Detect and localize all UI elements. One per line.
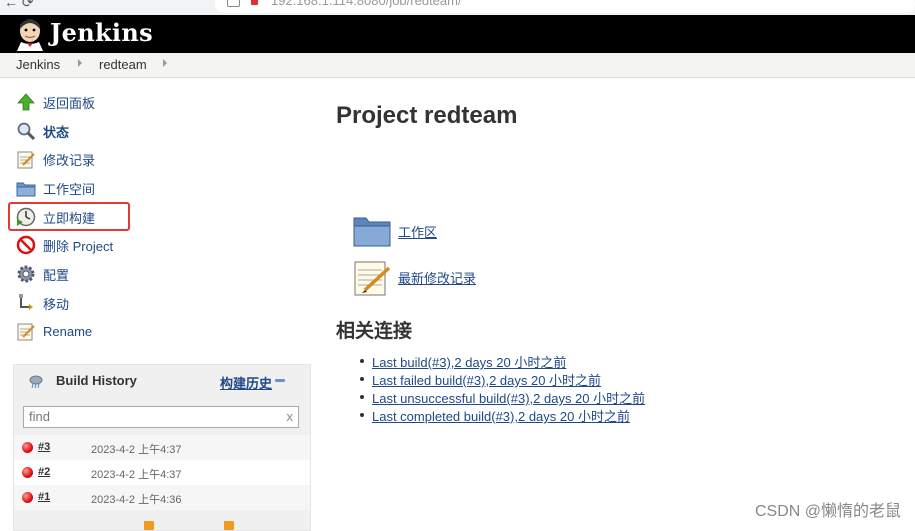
build-history-footer [14, 518, 310, 530]
browser-nav-buttons[interactable]: ← ⟳ [4, 0, 34, 11]
task-back-to-dashboard[interactable]: 返回面板 [16, 91, 95, 113]
jenkins-butler-logo[interactable] [15, 19, 45, 51]
permalink-last-completed[interactable]: Last completed build(#3),2 days 20 小时之前 [372, 409, 630, 424]
task-status[interactable]: 状态 [16, 120, 69, 142]
recent-changes-link[interactable]: 最新修改记录 [353, 258, 476, 296]
weather-cloud-icon [29, 375, 43, 389]
permalink-last-build[interactable]: Last build(#3),2 days 20 小时之前 [372, 355, 566, 370]
workspace-link-label[interactable]: 工作区 [398, 222, 437, 241]
up-arrow-icon [17, 93, 35, 111]
build-history-search-input[interactable]: find x [23, 406, 299, 428]
task-changes[interactable]: 修改记录 [16, 148, 95, 170]
notepad-icon [17, 151, 35, 169]
insecure-icon [251, 0, 258, 5]
build-row: #3 2023-4-2 上午4:37 [14, 435, 310, 460]
build-history-widget: Build History 构建历史 find x #3 2023-4-2 上午… [13, 364, 311, 531]
task-label: 工作空间 [43, 181, 96, 197]
breadcrumb-arrow-icon[interactable] [163, 59, 167, 67]
collapse-icon[interactable] [275, 379, 285, 382]
breadcrumb-jenkins[interactable]: Jenkins [16, 57, 60, 72]
task-label: 修改记录 [43, 152, 96, 168]
workspace-link[interactable]: 工作区 [353, 212, 437, 250]
task-move[interactable]: 移动 [16, 292, 69, 314]
build-number-link[interactable]: #3 [38, 441, 50, 453]
build-date: 2023-4-2 上午4:36 [91, 494, 182, 506]
page-header: Jenkins [0, 15, 915, 53]
folder-icon [16, 182, 36, 197]
build-date: 2023-4-2 上午4:37 [91, 444, 182, 456]
task-configure[interactable]: 配置 [16, 263, 69, 285]
task-label: 配置 [43, 267, 70, 283]
build-history-header: Build History 构建历史 [14, 365, 310, 395]
list-item: Last build(#3),2 days 20 小时之前 [360, 352, 645, 370]
notepad-icon [17, 323, 35, 341]
task-rename[interactable]: Rename [16, 320, 92, 342]
task-delete-project[interactable]: 删除 Project [16, 234, 113, 256]
page-title: Project redteam [336, 102, 518, 129]
build-number-link[interactable]: #2 [38, 466, 50, 478]
search-placeholder: find [29, 409, 50, 424]
build-trend-link[interactable]: 构建历史 [220, 373, 272, 392]
red-ball-failed-icon [22, 442, 33, 453]
app-title[interactable]: Jenkins [50, 18, 153, 47]
red-ball-failed-icon [22, 492, 33, 503]
breadcrumb-redteam[interactable]: redteam [99, 57, 147, 72]
move-icon [19, 294, 33, 310]
build-history-title: Build History [56, 373, 137, 388]
breadcrumb: Jenkins redteam [0, 53, 915, 78]
permalink-last-unsuccessful[interactable]: Last unsuccessful build(#3),2 days 20 小时… [372, 391, 645, 406]
task-label: Rename [43, 323, 93, 339]
permalinks-list: Last build(#3),2 days 20 小时之前 Last faile… [360, 352, 645, 424]
list-item: Last completed build(#3),2 days 20 小时之前 [360, 406, 645, 424]
list-item: Last unsuccessful build(#3),2 days 20 小时… [360, 388, 645, 406]
folder-icon [353, 217, 391, 247]
breadcrumb-arrow-icon[interactable] [78, 59, 82, 67]
address-bar[interactable]: 192.168.1.114:8080/job/redteam/ [215, 0, 915, 13]
task-workspace[interactable]: 工作空间 [16, 177, 95, 199]
permalink-last-failed[interactable]: Last failed build(#3),2 days 20 小时之前 [372, 373, 601, 388]
build-number-link[interactable]: #1 [38, 491, 50, 503]
task-label: 返回面板 [43, 95, 96, 111]
build-date: 2023-4-2 上午4:37 [91, 469, 182, 481]
build-row: #1 2023-4-2 上午4:36 [14, 485, 310, 510]
task-label: 移动 [43, 296, 70, 312]
build-row: #2 2023-4-2 上午4:37 [14, 460, 310, 485]
task-label: 删除 Project [43, 238, 114, 254]
watermark: CSDN @懒惰的老鼠 [754, 503, 901, 520]
address-text: 192.168.1.114:8080/job/redteam/ [271, 0, 462, 8]
task-label: 状态 [43, 124, 70, 140]
gear-icon [17, 265, 35, 283]
no-entry-icon [16, 235, 36, 255]
browser-bar: ← ⟳ 192.168.1.114:8080/job/redteam/ [0, 0, 915, 15]
red-ball-failed-icon [22, 467, 33, 478]
recent-changes-link-label[interactable]: 最新修改记录 [398, 268, 476, 287]
build-now-highlight-box [8, 202, 130, 231]
permalinks-heading: 相关连接 [336, 321, 413, 342]
clear-search-icon[interactable]: x [287, 407, 294, 427]
tab-icon [227, 0, 240, 7]
notepad-icon [354, 261, 391, 296]
list-item: Last failed build(#3),2 days 20 小时之前 [360, 370, 645, 388]
search-icon [17, 122, 36, 141]
